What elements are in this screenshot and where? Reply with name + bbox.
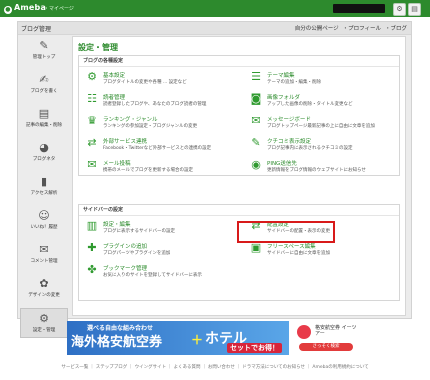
smile-icon: ☺ — [38, 209, 50, 222]
brand-logo-icon — [297, 325, 311, 339]
footer-link[interactable]: お問い合わせ — [208, 365, 235, 370]
blog-link[interactable]: ・ブログ — [385, 26, 407, 32]
sidebar-settings-section: サイドバーの設定 ▥ 設定・編集 ブログに表示するサイドバーの設定 ⇄ 配置設定… — [78, 204, 400, 301]
basic-settings-item[interactable]: ⚙ 基本設定 ブログタイトルの変更や各種 ... 設定など — [86, 70, 236, 90]
image-folder-item[interactable]: ◙ 画像フォルダ アップした画像の削除・タイトル変更など — [250, 92, 400, 112]
puzzle-icon: ✤ — [87, 263, 97, 276]
gear-icon: ⚙ — [87, 70, 97, 83]
sidebar-item-likes[interactable]: ☺ いいね！履歴 — [20, 210, 68, 240]
plugin-add-item[interactable]: ✚ プラグインの追加 ブログパーツやプラグインを追加 — [86, 241, 236, 261]
list-icon: ☰ — [251, 70, 261, 83]
footer-link[interactable]: ウイングサイト — [135, 365, 167, 370]
gear-icon[interactable]: ⚙ — [393, 3, 406, 16]
message-icon: ✉ — [251, 114, 261, 127]
user-name-box[interactable] — [333, 4, 385, 13]
blog-admin-panel: ブログ管理 自分の公開ページ ・プロフィール ・ブログ ✎ 管理トップ ✍ ブログを書く… — [17, 21, 412, 338]
page-title: 設定・管理 — [78, 43, 118, 52]
ping-item[interactable]: ◉ PING送信先 更新情報をブログ情報のウェブサイトにお知らせ — [250, 158, 400, 178]
external-service-item[interactable]: ⇄ 外部サービス連携 Facebook・Twitterなど外部サービスとの連携の… — [86, 136, 236, 156]
plugin-add-icon: ✚ — [87, 241, 97, 254]
mypage-link[interactable]: ・マイページ — [44, 5, 74, 12]
sidebar-item-blog-neta[interactable]: ◕ ブログネタ — [20, 142, 68, 172]
footer-link[interactable]: ドラマ方法についてのお知らせ — [242, 365, 305, 370]
section-heading: サイドバーの設定 — [79, 205, 399, 216]
sidebar-item-access[interactable]: ▮ アクセス解析 — [20, 176, 68, 206]
ameba-logo-icon: ● — [4, 6, 12, 14]
blog-admin-title: ブログ管理 — [21, 26, 52, 33]
review-icon: ✎ — [251, 136, 261, 149]
banner-right: 格安航空券 イーツアー さっそく検索 — [289, 321, 361, 355]
ranking-genre-item[interactable]: ♛ ランキング・ジャンル ランキングの参加設定・ブログジャンルの変更 — [86, 114, 236, 134]
menu-icon[interactable]: ▤ — [408, 3, 421, 16]
free-space-item[interactable]: ▣ フリースペース編集 サイドバーに自由に文章を追加 — [250, 241, 400, 261]
sidebar-setup-item[interactable]: ▥ 設定・編集 ブログに表示するサイドバーの設定 — [86, 219, 236, 239]
document-icon: ▤ — [38, 107, 50, 120]
search-button[interactable]: さっそく検索 — [299, 343, 353, 351]
footer-link[interactable]: サービス一覧 — [61, 365, 88, 370]
link-icon: ⇄ — [87, 136, 97, 149]
sidebar-item-comments[interactable]: ✉ コメント管理 — [20, 244, 68, 274]
sidebar-item-write[interactable]: ✍ ブログを書く — [20, 74, 68, 104]
footer-link[interactable]: Amebaの利用規約について — [312, 365, 368, 370]
edit-icon: ✍ — [39, 73, 49, 86]
public-page-link[interactable]: 自分の公開ページ — [295, 26, 339, 32]
message-board-item[interactable]: ✉ メッセージボード ブログトップページ最新記事の上に自由に文章を追加 — [250, 114, 400, 134]
pencil-icon: ✎ — [39, 39, 49, 52]
blog-admin-header: ブログ管理 自分の公開ページ ・プロフィール ・ブログ — [18, 22, 411, 35]
profile-link[interactable]: ・プロフィール — [343, 26, 381, 32]
review-display-item[interactable]: ✎ クチコミ表示設定 ブログ記事内に表示されるクチコミの設定 — [250, 136, 400, 156]
mail-icon: ✉ — [87, 158, 97, 171]
blog-settings-section: ブログの各種設定 ⚙ 基本設定 ブログタイトルの変更や各種 ... 設定など ☰… — [78, 55, 400, 176]
sidebar-settings-icon: ▥ — [86, 219, 98, 232]
sidebar-item-edit-articles[interactable]: ▤ 記事の編集・削除 — [20, 108, 68, 138]
palette-icon: ✿ — [39, 277, 49, 290]
highlight-box — [237, 221, 335, 243]
section-heading: ブログの各種設定 — [79, 56, 399, 67]
ranking-icon: ♛ — [87, 114, 97, 127]
footer-links: サービス一覧 ｜ ステップブログ ｜ ウイングサイト ｜ よくある質問 ｜ お問… — [61, 365, 369, 370]
pig-icon: ◕ — [39, 141, 49, 154]
bookmark-management-item[interactable]: ✤ ブックマーク管理 お気に入りのサイトを登録してサイドバーに表示 — [86, 263, 266, 283]
footer-link[interactable]: よくある質問 — [174, 365, 201, 370]
header-links: 自分の公開ページ ・プロフィール ・ブログ — [291, 24, 407, 32]
comment-icon: ✉ — [39, 243, 49, 256]
camera-icon: ◙ — [250, 92, 262, 105]
mail-post-item[interactable]: ✉ メール投稿 携帯のメールでブログを更新する場合の設定 — [86, 158, 236, 178]
readers-icon: ☷ — [87, 92, 97, 105]
settings-main: 設定・管理 ブログの各種設定 ⚙ 基本設定 ブログタイトルの変更や各種 ... … — [72, 36, 406, 316]
top-bar: ● Ameba ・マイページ ⚙ ▤ — [0, 0, 430, 17]
bar-chart-icon: ▮ — [40, 175, 48, 188]
footer-link[interactable]: ステップブログ — [96, 365, 128, 370]
sidebar: ✎ 管理トップ ✍ ブログを書く ▤ 記事の編集・削除 ◕ ブログネタ ▮ アクセス解析 … — [20, 36, 68, 338]
reader-management-item[interactable]: ☷ 読者管理 読者登録したブログや、あなたのブログ読者の管理 — [86, 92, 236, 112]
ping-icon: ◉ — [251, 158, 261, 171]
gear-icon: ⚙ — [39, 312, 49, 325]
sidebar-item-settings[interactable]: ⚙ 設定・管理 — [20, 308, 68, 338]
sidebar-item-admin-top[interactable]: ✎ 管理トップ — [20, 40, 68, 70]
sidebar-item-design[interactable]: ✿ デザインの変更 — [20, 278, 68, 308]
freespace-icon: ▣ — [250, 241, 262, 254]
theme-edit-item[interactable]: ☰ テーマ編集 テーマの追加・編集・削除 — [250, 70, 400, 90]
ad-banner[interactable]: 選べる自由な組み合わせ 海外格安航空券 ＋ ホテル セットでお得！ 格安航空券 … — [67, 321, 361, 355]
ameba-logo[interactable]: ● Ameba — [4, 3, 46, 14]
